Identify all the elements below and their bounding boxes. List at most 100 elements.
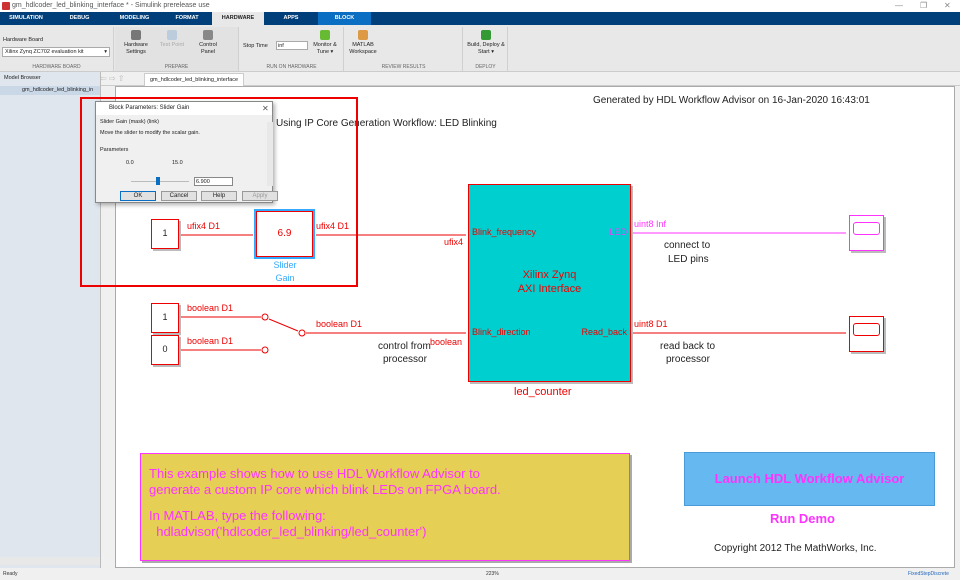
- gain-value-input[interactable]: 6.900: [194, 177, 233, 186]
- copyright-text: Copyright 2012 The MathWorks, Inc.: [714, 543, 877, 554]
- tab-hardware[interactable]: HARDWARE: [212, 12, 264, 25]
- subsystem-title-1: Xilinx Zynq: [522, 269, 577, 281]
- horizontal-scrollbar[interactable]: [0, 557, 100, 565]
- zoom-level: 223%: [486, 571, 499, 577]
- port-read-back: Read_back: [581, 327, 627, 337]
- matlab-workspace-button[interactable]: MATLAB Workspace: [345, 30, 381, 56]
- tab-block[interactable]: BLOCK: [318, 12, 371, 25]
- hardware-board-value: Xilinx Zynq ZC702 evaluation kit: [5, 49, 84, 55]
- tab-debug[interactable]: DEBUG: [52, 12, 107, 25]
- deploy-group-label: DEPLOY: [475, 64, 496, 70]
- block-parameters-dialog: Block Parameters: Slider Gain ✕ Slider G…: [95, 101, 278, 203]
- port-type-boolean: boolean: [430, 337, 463, 347]
- test-point-button[interactable]: Test Point: [157, 30, 187, 49]
- document-bar: ⇦ ⇨ ⇧ gm_hdlcoder_led_blinking_interface: [0, 72, 960, 86]
- tab-simulation[interactable]: SIMULATION: [0, 12, 52, 25]
- run-demo-link[interactable]: Run Demo: [770, 511, 835, 526]
- signal-label-bool-1: boolean D1: [187, 303, 234, 313]
- simulink-logo-icon: [2, 2, 10, 10]
- model-browser-title: Model Browser: [4, 75, 41, 81]
- control-note-2: processor: [383, 354, 427, 365]
- dialog-title: Block Parameters: Slider Gain: [96, 102, 272, 115]
- out-signal-label-2: uint8 D1: [634, 319, 668, 329]
- switch-lever: [268, 318, 299, 332]
- constant-block-3[interactable]: 0: [151, 335, 179, 365]
- close-button[interactable]: ✕: [944, 1, 951, 10]
- led-counter-subsystem[interactable]: Blink_frequency LED Xilinx Zynq AXI Inte…: [468, 184, 631, 382]
- port-blink-frequency: Blink_frequency: [472, 227, 537, 237]
- hardware-board-dropdown[interactable]: Xilinx Zynq ZC702 evaluation kit ▾: [2, 47, 110, 57]
- hardware-settings-label: Hardware Settings: [124, 42, 148, 55]
- apply-button[interactable]: Apply: [242, 191, 278, 201]
- subsystem-name: led_counter: [514, 386, 572, 398]
- deploy-group: Build, Deploy & Start ▾ DEPLOY: [464, 27, 508, 71]
- subsystem-title-2: AXI Interface: [517, 283, 582, 295]
- out-signal-label-1: uint8 Inf: [634, 219, 667, 229]
- tab-modeling[interactable]: MODELING: [107, 12, 162, 25]
- readback-note-2: processor: [666, 354, 710, 365]
- ok-button[interactable]: OK: [120, 191, 156, 201]
- readback-note-1: read back to: [660, 341, 716, 352]
- window-title: gm_hdlcoder_led_blinking_interface * - S…: [12, 2, 210, 9]
- control-note-1: control from: [378, 341, 431, 352]
- workspace-icon: [358, 30, 368, 40]
- hardware-board-label: Hardware Board: [3, 37, 44, 43]
- test-point-label: Test Point: [159, 42, 185, 48]
- control-panel-button[interactable]: Control Panel: [193, 30, 223, 56]
- port-type-ufix4: ufix4: [444, 237, 464, 247]
- signal-label-bool-2: boolean D1: [187, 336, 234, 346]
- help-button[interactable]: Help: [201, 191, 237, 201]
- note-line-2: generate a custom IP core which blink LE…: [149, 482, 501, 497]
- dialog-section: Slider Gain (mask) (link): [100, 119, 159, 125]
- restore-button[interactable]: ❐: [920, 1, 927, 10]
- test-point-icon: [167, 30, 177, 40]
- constant-block-1[interactable]: 1: [151, 219, 179, 249]
- play-icon: [320, 30, 330, 40]
- dialog-close-button[interactable]: ✕: [262, 104, 269, 113]
- gear-icon: [131, 30, 141, 40]
- build-deploy-button[interactable]: Build, Deploy & Start ▾: [466, 30, 506, 56]
- monitor-tune-button[interactable]: Monitor & Tune ▾: [310, 30, 340, 56]
- dialog-scrollbar[interactable]: [267, 122, 273, 186]
- prepare-group-label: PREPARE: [164, 64, 189, 70]
- matlab-workspace-label: MATLAB Workspace: [349, 42, 377, 55]
- led-scope-block[interactable]: [849, 215, 884, 251]
- readback-scope-block[interactable]: [849, 316, 884, 352]
- slider-thumb[interactable]: [155, 177, 160, 185]
- stop-time-input[interactable]: inf: [276, 41, 308, 50]
- hardware-settings-button[interactable]: Hardware Settings: [118, 30, 154, 56]
- signal-label-2: ufix4 D1: [316, 221, 350, 231]
- cancel-button[interactable]: Cancel: [161, 191, 197, 201]
- generated-text: Generated by HDL Workflow Advisor on 16-…: [593, 95, 870, 106]
- toolstrip-tabs: SIMULATION DEBUG MODELING FORMAT HARDWAR…: [0, 12, 960, 36]
- port-led: LED: [609, 227, 627, 237]
- review-results-group: MATLAB Workspace REVIEW RESULTS: [345, 27, 463, 71]
- parameters-heading: Parameters: [100, 147, 129, 153]
- model-browser-item[interactable]: gm_hdlcoder_led_blinking_in: [0, 86, 100, 95]
- solver-link[interactable]: FixedStepDiscrete: [908, 571, 949, 577]
- led-note-1: connect to: [664, 240, 711, 251]
- control-panel-label: Control Panel: [199, 42, 217, 55]
- title-bar: gm_hdlcoder_led_blinking_interface * - S…: [0, 0, 960, 12]
- gain-slider[interactable]: [131, 181, 189, 182]
- slider-gain-label-2: Gain: [275, 273, 295, 283]
- constant-block-2[interactable]: 1: [151, 303, 179, 333]
- dialog-description: Move the slider to modify the scalar gai…: [100, 130, 200, 136]
- tab-apps[interactable]: APPS: [264, 12, 318, 25]
- slider-gain-label-1: Slider: [273, 260, 297, 270]
- slider-min: 0.0: [126, 160, 134, 166]
- run-on-hardware-group: Stop Time inf Monitor & Tune ▾ RUN ON HA…: [240, 27, 344, 71]
- port-blink-direction: Blink_direction: [472, 327, 531, 337]
- build-deploy-label: Build, Deploy & Start ▾: [467, 42, 505, 55]
- nav-arrows-icon[interactable]: ⇦ ⇨ ⇧: [100, 74, 125, 83]
- status-bar: Ready 223% FixedStepDiscrete: [0, 568, 960, 580]
- slider-max: 15.0: [172, 160, 183, 166]
- tab-format[interactable]: FORMAT: [162, 12, 212, 25]
- launch-hdl-workflow-advisor-button[interactable]: Launch HDL Workflow Advisor: [684, 452, 935, 506]
- slider-gain-block[interactable]: 6.9: [254, 209, 315, 259]
- signal-label-bool-3: boolean D1: [316, 319, 363, 329]
- minimize-button[interactable]: —: [895, 1, 903, 10]
- tab-model[interactable]: gm_hdlcoder_led_blinking_interface: [144, 73, 245, 86]
- note-line-1: This example shows how to use HDL Workfl…: [149, 466, 480, 481]
- prepare-group: Hardware Settings Test Point Control Pan…: [115, 27, 239, 71]
